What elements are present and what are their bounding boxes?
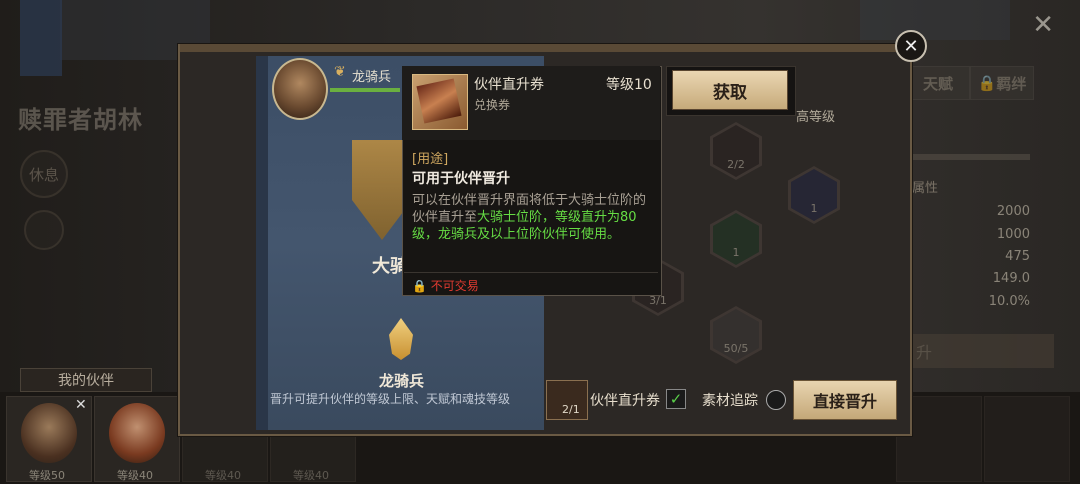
food-icon[interactable] xyxy=(24,210,64,250)
material-tracking-label: 素材追踪 xyxy=(702,393,758,409)
stat-value: 149.0 xyxy=(992,271,1030,286)
tab-bond[interactable]: 🔒 羁绊 xyxy=(970,66,1034,100)
lock-icon: 🔒 xyxy=(977,74,997,92)
material-count: 1 xyxy=(810,202,818,215)
attributes-label: 属性 xyxy=(912,181,939,196)
stat-value: 1000 xyxy=(996,227,1030,242)
hero-portrait xyxy=(272,58,328,120)
outer-close-icon[interactable]: ✕ xyxy=(1032,10,1054,40)
coupon-label: 伙伴直升券 xyxy=(590,393,660,409)
level-bar xyxy=(330,88,400,92)
partner-level: 等级40 xyxy=(293,469,329,482)
partner-level: 等级40 xyxy=(205,469,241,482)
background-button[interactable]: 升 xyxy=(908,334,1054,368)
tooltip-divider xyxy=(404,272,658,273)
stat-value: 2000 xyxy=(996,204,1030,219)
stat-value: 10.0% xyxy=(988,294,1030,309)
hero-name: 赎罪者胡林 xyxy=(18,105,143,134)
rank-flame-icon: ❦ xyxy=(334,64,346,80)
item-name: 伙伴直升券 xyxy=(474,77,544,93)
partner-avatar xyxy=(21,403,77,463)
tab-bond-label: 羁绊 xyxy=(996,74,1027,93)
material-count: 1 xyxy=(732,246,740,259)
partner-level: 等级50 xyxy=(29,469,65,482)
material-tracking-toggle[interactable] xyxy=(766,390,786,410)
stat-value: 475 xyxy=(1005,249,1030,264)
partner-slot[interactable]: 等级40 xyxy=(94,396,180,482)
modal-top-border xyxy=(180,44,906,52)
promote-button-label: 直接晋升 xyxy=(812,392,877,411)
banner-flag-icon xyxy=(20,0,62,76)
usage-description: 可以在伙伴晋升界面将低于大骑士位阶的伙伴直升至大骑士位阶，等级直升为80级，龙骑… xyxy=(412,192,652,243)
background-button-label: 升 xyxy=(916,343,933,362)
promote-button[interactable]: 直接晋升 xyxy=(793,380,897,420)
use-coupon-checkbox[interactable]: ✓ xyxy=(666,389,686,409)
item-level: 等级10 xyxy=(606,77,652,93)
background-window xyxy=(860,0,1010,40)
higher-level-hint: 高等级 xyxy=(796,110,836,125)
remove-icon[interactable]: ✕ xyxy=(75,397,87,413)
item-type: 兑换券 xyxy=(474,98,511,112)
rest-label: 休息 xyxy=(28,165,59,184)
get-button-label: 获取 xyxy=(713,82,747,103)
lock-icon: 🔒 xyxy=(412,279,427,293)
partner-slot[interactable] xyxy=(984,396,1070,482)
partner-slot[interactable]: ✕ 等级50 xyxy=(6,396,92,482)
rank-name: 龙骑兵 xyxy=(379,372,425,390)
coupon-art xyxy=(416,78,462,124)
material-count: 2/2 xyxy=(727,158,745,171)
current-rank-label: 龙骑兵 xyxy=(352,70,392,85)
banner-edge xyxy=(256,56,268,430)
untradeable-text: 不可交易 xyxy=(430,279,479,293)
usage-title: 可用于伙伴晋升 xyxy=(412,171,510,187)
modal-close-button[interactable]: ✕ xyxy=(895,30,927,62)
check-icon: ✓ xyxy=(669,390,683,408)
tab-my-partners-label: 我的伙伴 xyxy=(58,373,114,389)
close-icon: ✕ xyxy=(903,35,919,57)
usage-heading: [用途] xyxy=(412,152,449,167)
rest-button[interactable]: 休息 xyxy=(20,150,68,198)
get-button[interactable]: 获取 xyxy=(672,70,788,110)
partner-level: 等级40 xyxy=(117,469,153,482)
untradeable-label: 🔒 不可交易 xyxy=(412,277,479,294)
tab-talent[interactable]: 天赋 xyxy=(906,66,970,100)
coupon-count: 2/1 xyxy=(562,403,580,416)
rank-description: 晋升可提升伙伴的等级上限、天赋和魂技等级 xyxy=(270,392,511,406)
partner-avatar xyxy=(109,403,165,463)
tab-my-partners[interactable]: 我的伙伴 xyxy=(20,368,152,392)
tab-talent-label: 天赋 xyxy=(922,74,953,93)
material-count: 50/5 xyxy=(723,342,749,355)
